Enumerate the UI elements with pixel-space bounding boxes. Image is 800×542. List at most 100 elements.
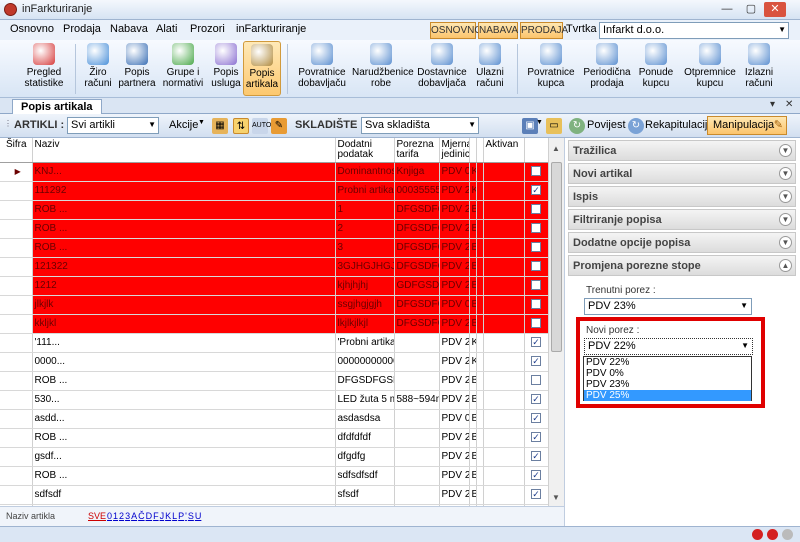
section-trazilica[interactable]: Tražilica ▼ xyxy=(568,140,796,161)
auto-icon[interactable]: AUTO xyxy=(252,118,271,134)
ribbon-button-12[interactable]: Periodična prodaja xyxy=(579,41,635,96)
table-row[interactable]: ROB ...1DFGSDFGSDFGPDV 23%BIL...Briši xyxy=(0,200,549,220)
aktivan-checkbox[interactable]: ✓ xyxy=(531,185,541,196)
alphabet-letter[interactable]: U xyxy=(195,511,202,521)
ribbon-button-11[interactable]: Povratnice kupca xyxy=(523,41,579,96)
table-row[interactable]: ▶KNJ... Dominantnost pasa – stvarnost ili… xyxy=(0,162,549,182)
section-filtriranje[interactable]: Filtriranje popisa ▼ xyxy=(568,209,796,230)
ribbon-button-7[interactable]: Povratnice dobavljaču xyxy=(293,41,351,96)
alphabet-letter[interactable]: 2 xyxy=(119,511,124,521)
aktivan-checkbox[interactable]: ✓ xyxy=(531,432,541,443)
dropdown-option[interactable]: PDV 0% xyxy=(584,368,751,379)
table-row[interactable]: jlkjlkssgjhgjgjhDFGSDFGSDFGPDV 0%BIL...B… xyxy=(0,295,549,315)
aktivan-checkbox[interactable]: ✓ xyxy=(531,356,541,367)
menu-nabava[interactable]: Nabava xyxy=(110,23,148,35)
alphabet-letter[interactable]: S xyxy=(188,511,194,521)
minimize-button[interactable]: — xyxy=(716,2,738,17)
ribbon-button-15[interactable]: Izlazni računi xyxy=(739,41,779,96)
scroll-up-icon[interactable]: ▲ xyxy=(552,144,560,153)
alphabet-letter[interactable]: A xyxy=(131,511,137,521)
table-row[interactable]: 121322 3GJHGJHGJHDFGSDFGSDFGPDV 23%BIL...… xyxy=(0,257,549,277)
grid-vertical-scrollbar[interactable]: ▲ ▼ xyxy=(548,138,564,506)
artikli-filter-select[interactable]: Svi artikli ▼ xyxy=(67,117,159,134)
column-header-jedinica[interactable]: Mjerna jedinica xyxy=(439,138,470,163)
alphabet-letter[interactable]: D xyxy=(146,511,153,521)
mode-nabava-button[interactable]: NABAVA xyxy=(478,22,518,39)
aktivan-checkbox[interactable] xyxy=(531,318,541,329)
table-row[interactable]: ROB ...2DFGSDFGSDFGPDV 23%BIL...Briši xyxy=(0,219,549,239)
alphabet-letter[interactable]: P xyxy=(178,511,184,521)
ribbon-button-14[interactable]: Otpremnice kupcu xyxy=(681,41,739,96)
table-row[interactable]: 1212kjhjhjhjGDFGSDFGSDFPDV 23%BIL...Briš… xyxy=(0,276,549,296)
aktivan-checkbox[interactable] xyxy=(531,280,541,291)
menu-prozori[interactable]: Prozori xyxy=(190,23,225,35)
aktivan-checkbox[interactable] xyxy=(531,223,541,234)
akcije-menu[interactable]: Akcije xyxy=(169,119,198,131)
ribbon-button-3[interactable]: Popis partnera xyxy=(117,41,157,96)
tab-popis-artikala[interactable]: Popis artikala xyxy=(12,99,102,114)
menu-infarkturiranje[interactable]: inFarkturiranje xyxy=(236,23,306,35)
table-row[interactable]: ROB ...DFGSDFGSDFGPDV 23%BIL...Briši xyxy=(0,371,549,391)
dropdown-option[interactable]: PDV 25% xyxy=(584,390,751,401)
alphabet-letter[interactable]: F xyxy=(153,511,159,521)
ribbon-button-4[interactable]: Grupe i normativi xyxy=(160,41,206,96)
alphabet-letter[interactable]: 3 xyxy=(125,511,130,521)
aktivan-checkbox[interactable]: ✓ xyxy=(531,413,541,424)
ribbon-button-8[interactable]: Narudžbenice robe xyxy=(352,41,414,96)
table-row[interactable]: gsdf...dfgdfgPDV 23%BIL...✓Briši xyxy=(0,447,549,467)
aktivan-checkbox[interactable]: ✓ xyxy=(531,489,541,500)
alphabet-letter[interactable]: L xyxy=(172,511,177,521)
alphabet-letter[interactable]: SVE xyxy=(88,511,106,521)
aktivan-checkbox[interactable]: ✓ xyxy=(531,394,541,405)
column-header-sifra[interactable]: Šifra xyxy=(0,138,33,163)
ribbon-button-9[interactable]: Dostavnice dobavljača xyxy=(412,41,472,96)
aktivan-checkbox[interactable]: ✓ xyxy=(531,470,541,481)
aktivan-checkbox[interactable] xyxy=(531,261,541,272)
ribbon-button-6[interactable]: Popis artikala xyxy=(243,41,281,96)
table-row[interactable]: ROB ...sdfsdfsdfPDV 23%BIL...✓Briši xyxy=(0,466,549,486)
table-row[interactable]: 111292 Probni artikal 018200035555PDV 22%… xyxy=(0,181,549,201)
close-button[interactable]: ✕ xyxy=(764,2,786,17)
section-promjena-porezne-stope[interactable]: Promjena porezne stope ▲ xyxy=(568,255,796,276)
table-row[interactable]: kkljkl lkjlkjlkjl DFGSDFGSDFGPDV 23%BIL...… xyxy=(0,314,549,334)
ribbon-button-10[interactable]: Ulazni računi xyxy=(472,41,508,96)
aktivan-checkbox[interactable] xyxy=(531,299,541,310)
section-ispis[interactable]: Ispis ▼ xyxy=(568,186,796,207)
trenutni-porez-select[interactable]: PDV 23% ▼ xyxy=(584,298,752,315)
aktivan-checkbox[interactable] xyxy=(531,166,541,177)
maximize-button[interactable]: ▢ xyxy=(740,2,762,17)
table-row[interactable]: asdd...asdasdsaPDV 0%BIL...✓Briši xyxy=(0,409,549,429)
table-row[interactable]: sdfsdfsfsdfPDV 23%BIL...✓Briši xyxy=(0,485,549,505)
aktivan-checkbox[interactable]: ✓ xyxy=(531,337,541,348)
alphabet-letter[interactable]: 0 xyxy=(107,511,112,521)
dropdown-option[interactable]: PDV 23% xyxy=(584,379,751,390)
column-header-tarifa[interactable]: Porezna tarifa xyxy=(394,138,440,163)
alphabet-letter[interactable]: K xyxy=(165,511,171,521)
table-row[interactable]: 530... LED žuta 5 mm, zaobljena prozirna … xyxy=(0,390,549,410)
pencil-icon[interactable]: ✎ xyxy=(271,118,287,134)
ribbon-button-1[interactable]: Pregled statistike xyxy=(20,41,68,96)
dropdown-option[interactable]: PDV 22% xyxy=(584,357,751,368)
table-row[interactable]: ROB ...3DFGSDFGSDFGPDV 23%BIL...Briši xyxy=(0,238,549,258)
tvrtka-select[interactable]: Infarkt d.o.o. ▼ xyxy=(599,22,789,39)
tab-menu-icon[interactable]: ▾ xyxy=(770,99,775,110)
mode-osnovno-button[interactable]: OSNOVNO xyxy=(430,22,482,39)
column-header-dodatni[interactable]: Dodatni podatak xyxy=(335,138,395,163)
alphabet-letter[interactable]: 1 xyxy=(113,511,118,521)
manipulacija-button[interactable]: Manipulacija ✎ xyxy=(707,116,787,135)
folder-icon[interactable]: ▭ xyxy=(546,118,562,134)
alphabet-letter[interactable]: ' xyxy=(185,511,187,521)
povijest-button[interactable]: Povijest xyxy=(587,119,626,131)
mode-prodaja-button[interactable]: PRODAJA xyxy=(520,22,568,39)
skladiste-select[interactable]: Sva skladišta ▼ xyxy=(361,117,479,134)
column-header-aktivan[interactable]: Aktivan xyxy=(483,138,525,163)
section-dodatne-opcije[interactable]: Dodatne opcije popisa ▼ xyxy=(568,232,796,253)
table-row[interactable]: '111...'Probni artikal 0182PDV 22%KOM✓Br… xyxy=(0,333,549,353)
ribbon-button-13[interactable]: Ponude kupcu xyxy=(635,41,677,96)
aktivan-checkbox[interactable]: ✓ xyxy=(531,451,541,462)
lock-icon[interactable]: ▦ xyxy=(212,118,228,134)
table-row[interactable]: ROB ...dfdfdfdfPDV 23%BIL...✓Briši xyxy=(0,428,549,448)
aktivan-checkbox[interactable] xyxy=(531,204,541,215)
aktivan-checkbox[interactable] xyxy=(531,242,541,253)
table-row[interactable]: 0000...000000000000000000000PDV 22%KOM✓B… xyxy=(0,352,549,372)
